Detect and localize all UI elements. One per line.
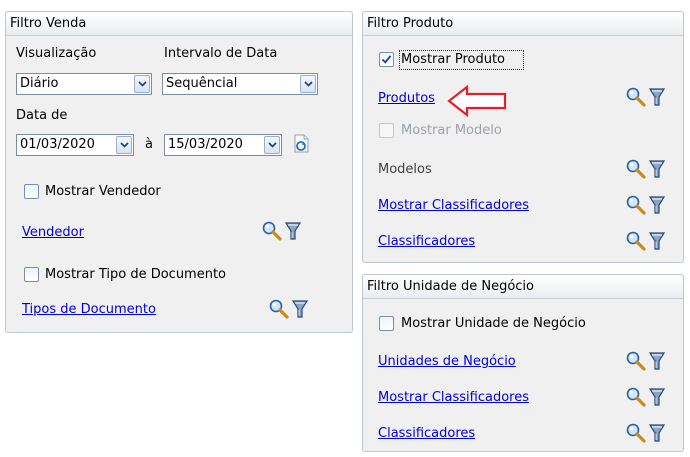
filtro-unidade-panel: Filtro Unidade de Negócio Mostrar Unidad…: [362, 274, 684, 452]
search-icon[interactable]: [625, 422, 647, 444]
mostrar-modelo-label: Mostrar Modelo: [401, 123, 502, 138]
filtro-unidade-title: Filtro Unidade de Negócio: [363, 275, 683, 299]
unidade-mostrar-classificadores-buttons: [625, 386, 667, 408]
filter-icon[interactable]: [647, 350, 667, 372]
mostrar-produto-label: Mostrar Produto: [401, 52, 505, 67]
filter-icon[interactable]: [290, 298, 310, 320]
filter-icon[interactable]: [283, 220, 303, 242]
mostrar-produto-checkbox[interactable]: [379, 52, 394, 67]
mostrar-vendedor-checkbox[interactable]: [24, 184, 39, 199]
date-from-picker[interactable]: 01/03/2020: [16, 134, 134, 156]
filtro-produto-panel: Filtro Produto Mostrar Produto Produtos …: [362, 11, 684, 263]
unidade-classificadores-buttons: [625, 422, 667, 444]
filter-icon[interactable]: [647, 194, 667, 216]
date-to-value: 15/03/2020: [168, 137, 243, 152]
filter-icon[interactable]: [647, 230, 667, 252]
chevron-down-icon[interactable]: [300, 75, 316, 93]
mostrar-tipo-documento-checkbox[interactable]: [24, 267, 39, 282]
unidades-negocio-buttons: [625, 350, 667, 372]
chevron-down-icon[interactable]: [116, 136, 132, 154]
search-icon[interactable]: [625, 86, 647, 108]
filtro-produto-title: Filtro Produto: [363, 12, 683, 36]
visualizacao-label: Visualização: [16, 46, 97, 61]
data-de-label: Data de: [16, 108, 68, 123]
unidade-mostrar-classificadores-link[interactable]: Mostrar Classificadores: [378, 390, 529, 405]
filter-icon[interactable]: [647, 158, 667, 180]
mostrar-classificadores-buttons: [625, 194, 667, 216]
intervalo-data-value: Sequêncial: [166, 76, 238, 91]
refresh-date-icon[interactable]: [292, 133, 312, 159]
date-from-value: 01/03/2020: [20, 137, 95, 152]
modelos-buttons: [625, 158, 667, 180]
mostrar-classificadores-link[interactable]: Mostrar Classificadores: [378, 198, 529, 213]
produtos-link[interactable]: Produtos: [378, 91, 435, 106]
tipos-documento-link[interactable]: Tipos de Documento: [22, 302, 156, 317]
mostrar-unidade-label: Mostrar Unidade de Negócio: [401, 316, 586, 331]
modelos-label: Modelos: [378, 162, 432, 177]
search-icon[interactable]: [261, 220, 283, 242]
tipos-documento-buttons: [268, 298, 310, 320]
visualizacao-value: Diário: [20, 76, 59, 91]
classificadores-buttons: [625, 230, 667, 252]
vendedor-buttons: [261, 220, 303, 242]
classificadores-link[interactable]: Classificadores: [378, 234, 475, 249]
date-to-picker[interactable]: 15/03/2020: [164, 134, 282, 156]
vendedor-link[interactable]: Vendedor: [22, 225, 84, 240]
search-icon[interactable]: [625, 230, 647, 252]
mostrar-tipo-documento-label: Mostrar Tipo de Documento: [45, 267, 227, 282]
intervalo-data-select[interactable]: Sequêncial: [162, 73, 318, 95]
filter-icon[interactable]: [647, 86, 667, 108]
date-separator: à: [145, 137, 153, 152]
search-icon[interactable]: [625, 386, 647, 408]
filter-icon[interactable]: [647, 422, 667, 444]
mostrar-unidade-checkbox[interactable]: [379, 316, 394, 331]
chevron-down-icon[interactable]: [134, 75, 150, 93]
filtro-venda-title: Filtro Venda: [6, 12, 352, 36]
intervalo-data-label: Intervalo de Data: [164, 46, 278, 61]
search-icon[interactable]: [268, 298, 290, 320]
unidade-classificadores-link[interactable]: Classificadores: [378, 426, 475, 441]
search-icon[interactable]: [625, 350, 647, 372]
visualizacao-select[interactable]: Diário: [16, 73, 152, 95]
filtro-venda-panel: Filtro Venda Visualização Intervalo de D…: [5, 11, 353, 333]
mostrar-vendedor-label: Mostrar Vendedor: [45, 184, 161, 199]
search-icon[interactable]: [625, 158, 647, 180]
unidades-negocio-link[interactable]: Unidades de Negócio: [378, 354, 516, 369]
filter-icon[interactable]: [647, 386, 667, 408]
produtos-buttons: [625, 86, 667, 108]
mostrar-modelo-checkbox[interactable]: [379, 123, 394, 138]
search-icon[interactable]: [625, 194, 647, 216]
chevron-down-icon[interactable]: [264, 136, 280, 154]
